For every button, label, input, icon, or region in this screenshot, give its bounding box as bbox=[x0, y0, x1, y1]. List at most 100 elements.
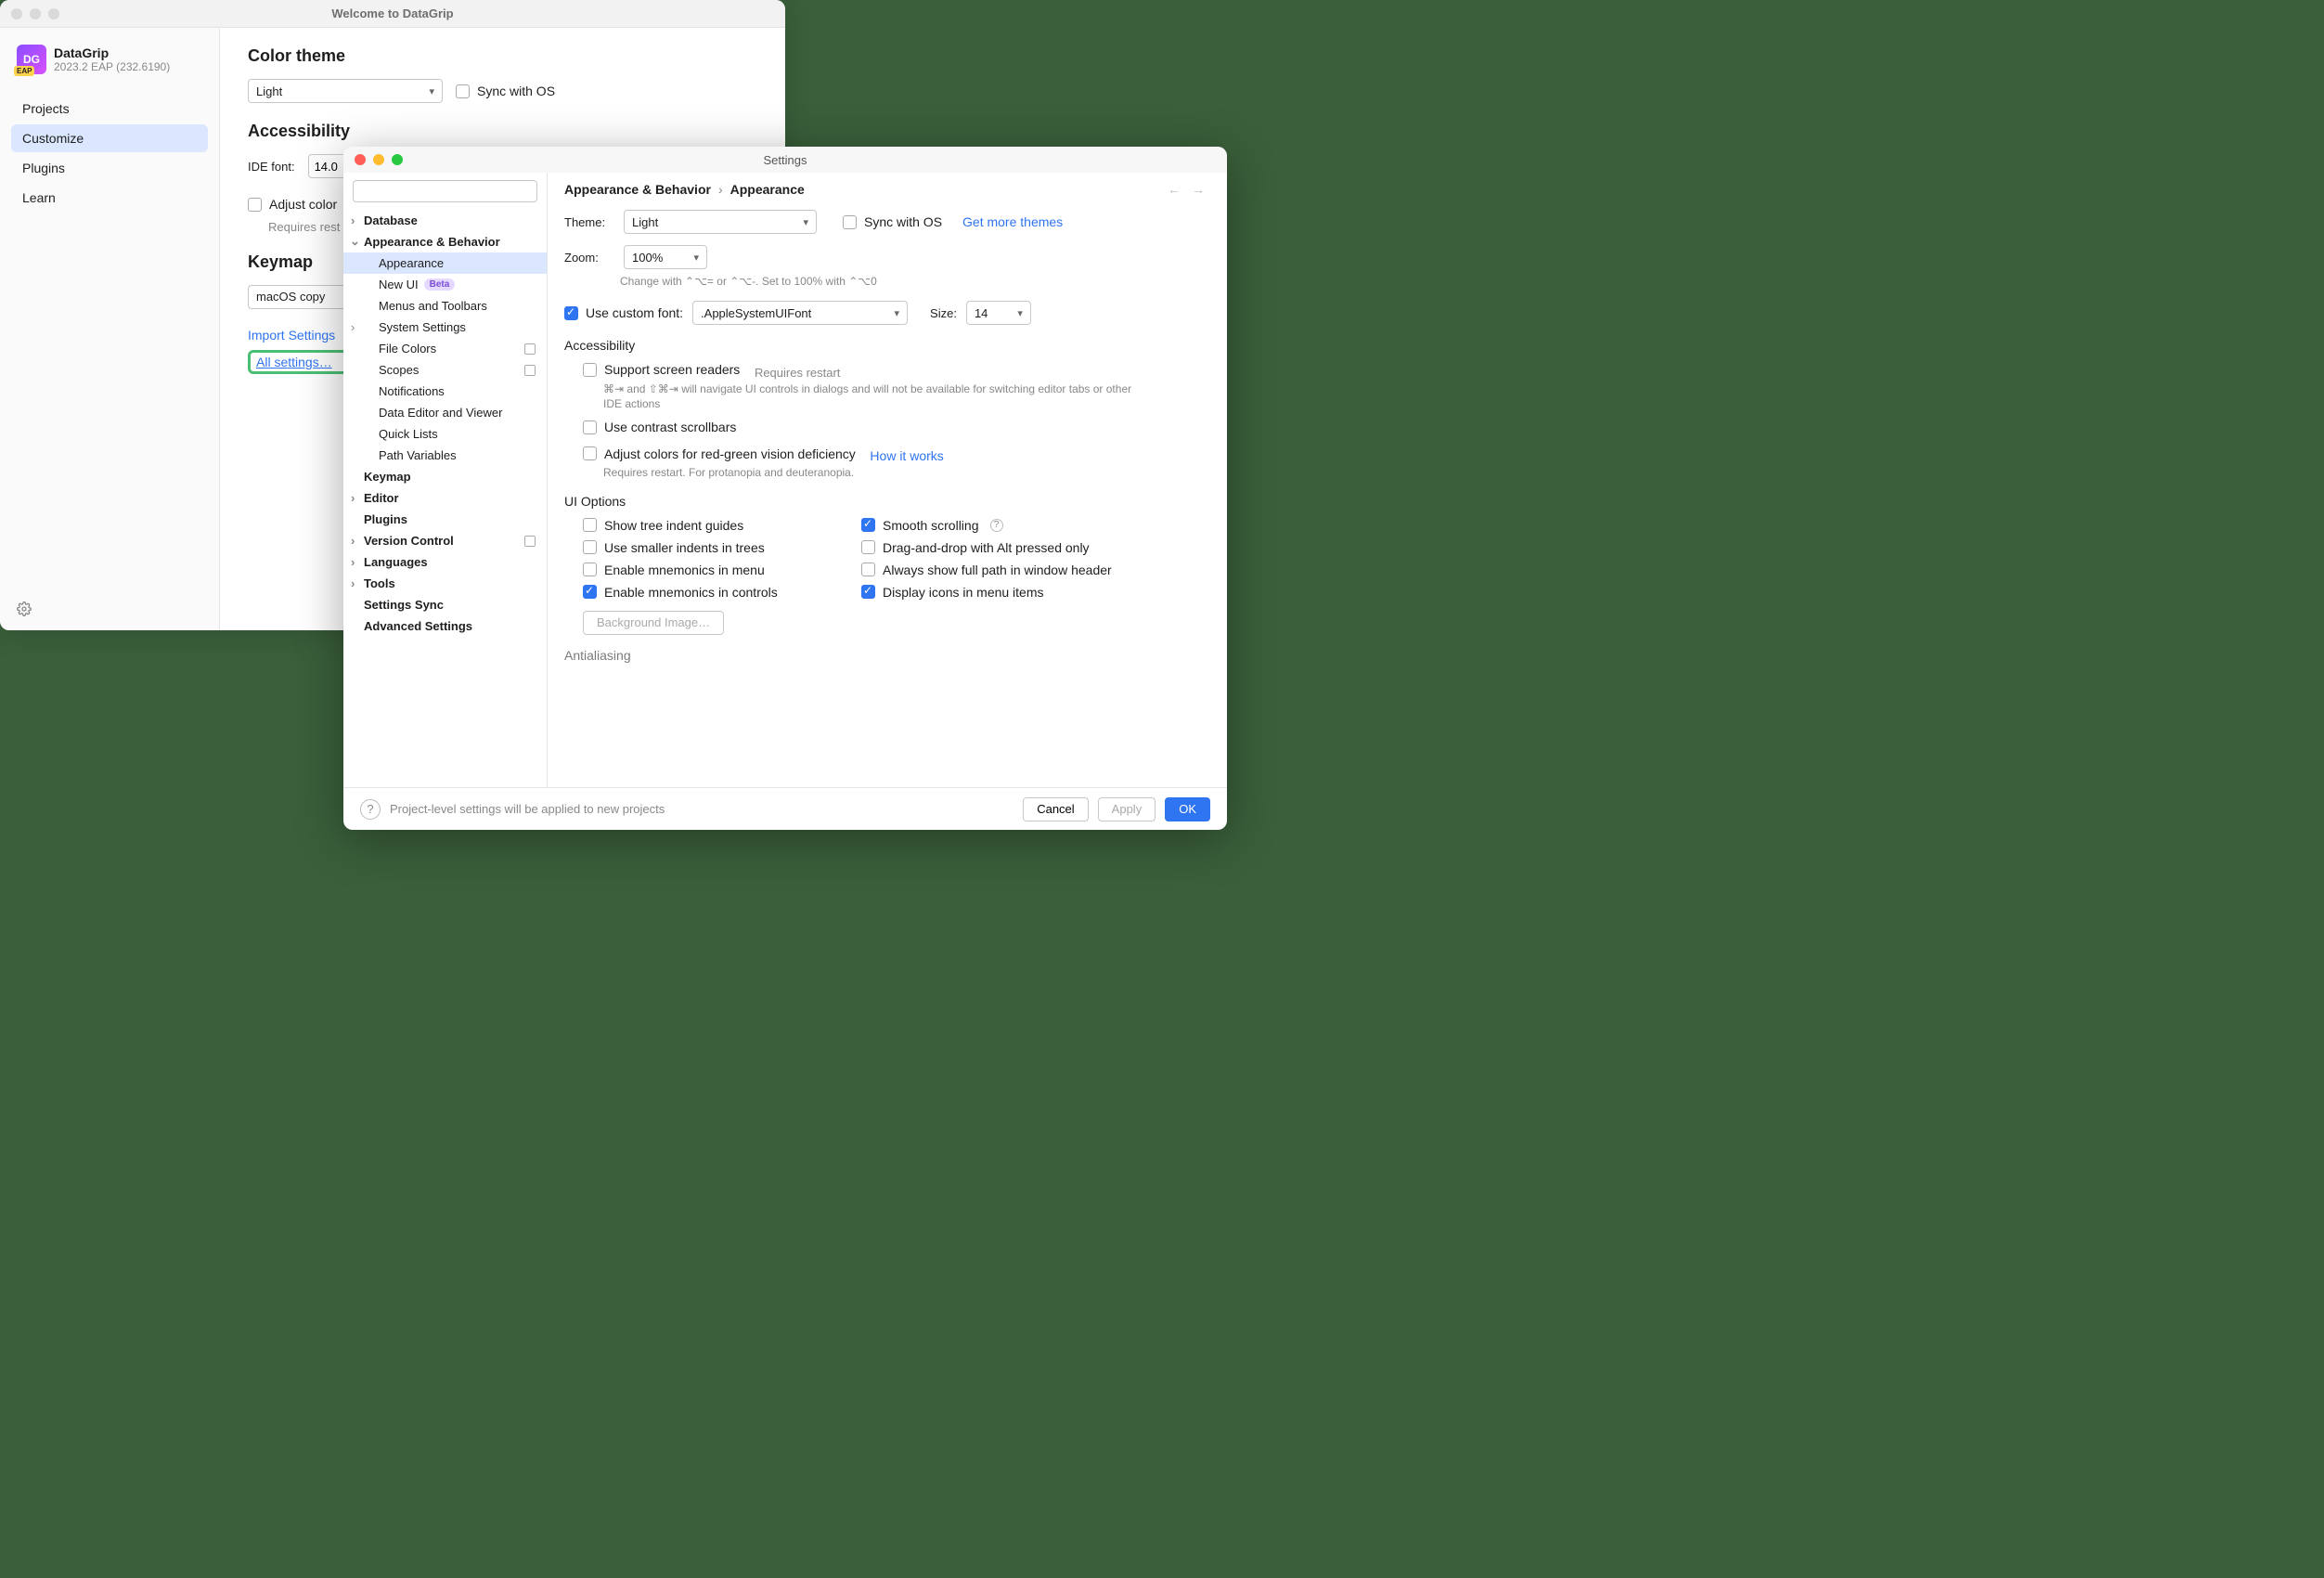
smaller-indents-checkbox[interactable]: Use smaller indents in trees bbox=[583, 540, 843, 555]
tree-system-settings[interactable]: System Settings bbox=[343, 317, 547, 338]
info-icon[interactable]: ? bbox=[990, 519, 1003, 532]
font-select[interactable]: .AppleSystemUIFont bbox=[692, 301, 908, 325]
checkbox-icon bbox=[861, 585, 875, 599]
ui-options-heading: UI Options bbox=[564, 494, 1205, 509]
tree-version-control[interactable]: Version Control bbox=[343, 530, 547, 551]
nav-customize[interactable]: Customize bbox=[11, 124, 208, 152]
checkbox-icon bbox=[248, 198, 262, 212]
dnd-alt-checkbox[interactable]: Drag-and-drop with Alt pressed only bbox=[861, 540, 1140, 555]
apply-button[interactable]: Apply bbox=[1098, 797, 1156, 821]
tree-quick-lists[interactable]: Quick Lists bbox=[343, 423, 547, 445]
welcome-title: Welcome to DataGrip bbox=[0, 6, 785, 20]
welcome-sidebar: DG DataGrip 2023.2 EAP (232.6190) Projec… bbox=[0, 28, 220, 630]
nav-learn[interactable]: Learn bbox=[11, 184, 208, 212]
settings-content: Appearance & Behavior › Appearance ← → T… bbox=[548, 173, 1227, 787]
gear-icon[interactable] bbox=[0, 590, 219, 630]
settings-dialog: Settings Database Appearance & Behavior … bbox=[343, 147, 1227, 830]
tree-editor[interactable]: Editor bbox=[343, 487, 547, 509]
settings-title: Settings bbox=[343, 153, 1227, 167]
tree-database[interactable]: Database bbox=[343, 210, 547, 231]
settings-tree: Database Appearance & Behavior Appearanc… bbox=[343, 173, 548, 787]
antialiasing-heading: Antialiasing bbox=[564, 648, 1205, 663]
theme-select[interactable]: Light bbox=[624, 210, 817, 234]
how-it-works-link[interactable]: How it works bbox=[870, 448, 943, 463]
beta-badge: Beta bbox=[424, 278, 456, 291]
app-brand: DG DataGrip 2023.2 EAP (232.6190) bbox=[0, 37, 219, 87]
tree-advanced[interactable]: Advanced Settings bbox=[343, 615, 547, 637]
font-size-stepper[interactable]: 14 bbox=[966, 301, 1031, 325]
adjust-colors-desc: Requires restart. For protanopia and deu… bbox=[603, 465, 1142, 481]
color-theme-heading: Color theme bbox=[248, 46, 757, 66]
tree-data-editor[interactable]: Data Editor and Viewer bbox=[343, 402, 547, 423]
project-scope-icon bbox=[524, 343, 536, 355]
contrast-scrollbars-checkbox[interactable]: Use contrast scrollbars bbox=[583, 420, 736, 434]
checkbox-icon bbox=[583, 420, 597, 434]
forward-icon[interactable]: → bbox=[1192, 182, 1205, 197]
zoom-select[interactable]: 100% bbox=[624, 245, 707, 269]
tree-appearance-behavior[interactable]: Appearance & Behavior bbox=[343, 231, 547, 252]
crumb-current: Appearance bbox=[730, 182, 805, 197]
sync-os-checkbox[interactable]: Sync with OS bbox=[456, 84, 555, 98]
project-scope-icon bbox=[524, 536, 536, 547]
tree-settings-sync[interactable]: Settings Sync bbox=[343, 594, 547, 615]
checkbox-icon bbox=[583, 563, 597, 576]
sync-os-checkbox[interactable]: Sync with OS bbox=[843, 214, 942, 229]
tree-appearance[interactable]: Appearance bbox=[343, 252, 547, 274]
adjust-color-label: Adjust color bbox=[269, 197, 337, 212]
accessibility-heading: Accessibility bbox=[564, 338, 1205, 353]
sync-os-label: Sync with OS bbox=[477, 84, 555, 98]
checkbox-icon bbox=[456, 84, 470, 98]
accessibility-heading: Accessibility bbox=[248, 122, 757, 141]
tree-plugins[interactable]: Plugins bbox=[343, 509, 547, 530]
checkbox-icon bbox=[583, 363, 597, 377]
screen-readers-checkbox[interactable]: Support screen readers bbox=[583, 362, 740, 377]
footer-hint: Project-level settings will be applied t… bbox=[390, 802, 665, 816]
all-settings-link[interactable]: All settings… bbox=[256, 355, 332, 369]
mnemonics-menu-checkbox[interactable]: Enable mnemonics in menu bbox=[583, 563, 843, 577]
theme-select[interactable]: Light bbox=[248, 79, 443, 103]
theme-label: Theme: bbox=[564, 215, 614, 229]
zoom-label: Zoom: bbox=[564, 251, 614, 265]
tree-scopes[interactable]: Scopes bbox=[343, 359, 547, 381]
requires-restart-hint: Requires restart bbox=[755, 366, 840, 380]
app-icon: DG bbox=[17, 45, 46, 74]
tree-guides-checkbox[interactable]: Show tree indent guides bbox=[583, 518, 843, 533]
nav-plugins[interactable]: Plugins bbox=[11, 154, 208, 182]
checkbox-icon bbox=[843, 215, 857, 229]
checkbox-icon bbox=[583, 446, 597, 460]
back-icon[interactable]: ← bbox=[1168, 182, 1181, 197]
crumb-parent[interactable]: Appearance & Behavior bbox=[564, 182, 711, 197]
screen-readers-desc: ⌘⇥ and ⇧⌘⇥ will navigate UI controls in … bbox=[603, 382, 1142, 413]
tree-keymap[interactable]: Keymap bbox=[343, 466, 547, 487]
checkbox-icon bbox=[861, 563, 875, 576]
tree-languages[interactable]: Languages bbox=[343, 551, 547, 573]
full-path-checkbox[interactable]: Always show full path in window header bbox=[861, 563, 1140, 577]
help-icon[interactable]: ? bbox=[360, 799, 381, 820]
mnemonics-controls-checkbox[interactable]: Enable mnemonics in controls bbox=[583, 585, 843, 600]
tree-notifications[interactable]: Notifications bbox=[343, 381, 547, 402]
get-more-themes-link[interactable]: Get more themes bbox=[962, 214, 1063, 229]
breadcrumb: Appearance & Behavior › Appearance ← → bbox=[564, 182, 1205, 197]
background-image-button[interactable]: Background Image… bbox=[583, 611, 724, 635]
custom-font-checkbox[interactable]: Use custom font: bbox=[564, 305, 683, 320]
adjust-colors-checkbox[interactable]: Adjust colors for red-green vision defic… bbox=[583, 446, 856, 461]
ok-button[interactable]: OK bbox=[1165, 797, 1210, 821]
nav-projects[interactable]: Projects bbox=[11, 95, 208, 123]
tree-tools[interactable]: Tools bbox=[343, 573, 547, 594]
tree-file-colors[interactable]: File Colors bbox=[343, 338, 547, 359]
checkbox-icon bbox=[564, 306, 578, 320]
settings-titlebar: Settings bbox=[343, 147, 1227, 173]
tree-new-ui[interactable]: New UI Beta bbox=[343, 274, 547, 295]
smooth-scrolling-checkbox[interactable]: Smooth scrolling? bbox=[861, 518, 1140, 533]
checkbox-icon bbox=[861, 540, 875, 554]
tree-menus-toolbars[interactable]: Menus and Toolbars bbox=[343, 295, 547, 317]
adjust-color-checkbox[interactable]: Adjust color bbox=[248, 197, 337, 212]
cancel-button[interactable]: Cancel bbox=[1023, 797, 1088, 821]
display-icons-checkbox[interactable]: Display icons in menu items bbox=[861, 585, 1140, 600]
checkbox-icon bbox=[583, 518, 597, 532]
checkbox-icon bbox=[583, 540, 597, 554]
tree-path-variables[interactable]: Path Variables bbox=[343, 445, 547, 466]
checkbox-icon bbox=[583, 585, 597, 599]
chevron-right-icon: › bbox=[718, 182, 723, 197]
settings-search-input[interactable] bbox=[353, 180, 537, 202]
